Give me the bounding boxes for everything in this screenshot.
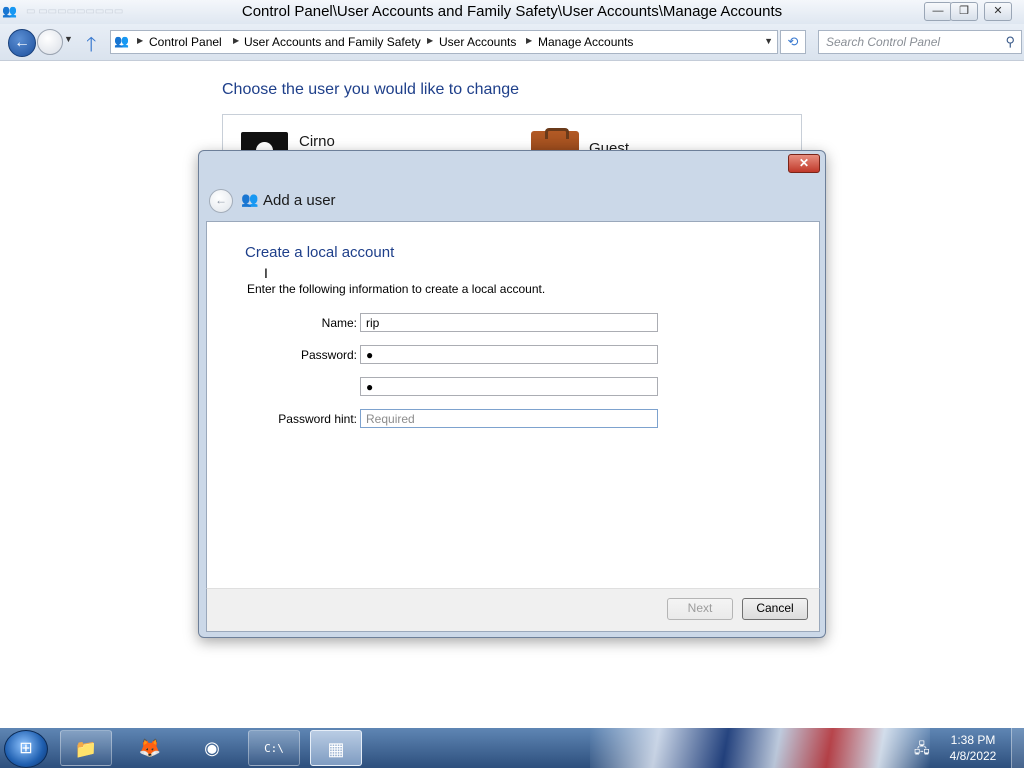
search-placeholder: Search Control Panel: [826, 35, 941, 49]
confirm-password-field[interactable]: ●: [360, 377, 658, 396]
back-arrow-icon: ←: [14, 34, 30, 51]
up-arrow-icon[interactable]: 🡑: [86, 30, 96, 64]
breadcrumb-manage-accounts[interactable]: Manage Accounts: [538, 35, 633, 49]
window-title: Control Panel\User Accounts and Family S…: [241, 3, 783, 20]
taskbar-firefox[interactable]: 🦊: [124, 730, 176, 766]
users-icon: 👥: [241, 191, 259, 207]
command-prompt-icon: C:\: [264, 742, 284, 755]
file-explorer-icon: 📁: [74, 739, 98, 759]
text-cursor-icon: I: [264, 265, 268, 281]
maximize-button[interactable]: ❐: [950, 2, 978, 21]
back-button[interactable]: ←: [8, 29, 36, 57]
taskbar-chrome[interactable]: ◉: [186, 730, 238, 766]
forward-button[interactable]: [37, 29, 63, 55]
add-user-dialog: ✕ ← 👥 Add a user Create a local account …: [198, 150, 826, 638]
start-button[interactable]: ⊞: [4, 730, 48, 768]
clock-time[interactable]: 1:38 PM: [948, 733, 998, 747]
breadcrumb-control-panel[interactable]: Control Panel: [149, 35, 222, 49]
window-close-button[interactable]: ✕: [984, 2, 1012, 21]
chevron-down-icon[interactable]: ▼: [764, 36, 773, 46]
breadcrumb[interactable]: 👥 ▶ Control Panel ▶ User Accounts and Fa…: [110, 30, 778, 54]
name-field[interactable]: rip: [360, 313, 658, 332]
taskbar-command-prompt[interactable]: C:\: [248, 730, 300, 766]
section-title: Create a local account: [245, 244, 395, 261]
chevron-right-icon[interactable]: ▶: [427, 36, 433, 45]
page-title: Choose the user you would like to change: [222, 81, 520, 98]
password-hint-field[interactable]: Required: [360, 409, 658, 428]
windows-logo-icon: ⊞: [19, 740, 33, 757]
control-panel-icon: ▦: [327, 739, 345, 759]
next-button[interactable]: Next: [667, 598, 733, 620]
name-label: Name:: [321, 316, 357, 330]
back-arrow-icon: ←: [215, 193, 227, 207]
refresh-button[interactable]: ⟲: [780, 30, 806, 54]
maximize-icon: ❐: [959, 5, 969, 17]
breadcrumb-user-accounts[interactable]: User Accounts: [439, 35, 516, 49]
password-hint-label: Password hint:: [278, 412, 357, 426]
dialog-body: Create a local account Enter the followi…: [206, 221, 820, 588]
dialog-back-button[interactable]: ←: [209, 189, 233, 213]
user-name-cirno[interactable]: Cirno: [299, 133, 335, 150]
password-label: Password:: [300, 348, 357, 362]
show-desktop-button[interactable]: [1011, 728, 1024, 768]
minimize-icon: —: [932, 5, 944, 17]
search-icon[interactable]: ⚲: [1005, 34, 1015, 50]
taskbar: ⊞ 📁 🦊 ◉ C:\ ▦ 🖧 1:38 PM 4/8/2022: [0, 728, 1024, 768]
network-icon[interactable]: 🖧: [914, 738, 930, 762]
chevron-right-icon[interactable]: ▶: [137, 36, 143, 45]
taskbar-control-panel[interactable]: ▦: [310, 730, 362, 766]
chrome-icon: ◉: [204, 738, 220, 758]
chevron-right-icon[interactable]: ▶: [526, 36, 532, 45]
minimize-button[interactable]: —: [924, 2, 952, 21]
wallpaper-decoration: [590, 728, 930, 768]
clock-date[interactable]: 4/8/2022: [948, 749, 998, 763]
control-panel-icon: 👥: [114, 34, 129, 48]
window-title-bar: 👥 ▭ ▭▭▭▭▭▭▭▭▭ Control Panel\User Account…: [0, 0, 1024, 24]
chevron-right-icon[interactable]: ▶: [233, 36, 239, 45]
dialog-close-button[interactable]: ✕: [788, 154, 820, 173]
refresh-icon: ⟲: [787, 34, 799, 49]
recent-pages-dropdown-icon[interactable]: ▼: [64, 34, 73, 44]
dialog-title: Add a user: [263, 192, 336, 209]
search-input[interactable]: Search Control Panel ⚲: [818, 30, 1022, 54]
breadcrumb-user-accounts-family-safety[interactable]: User Accounts and Family Safety: [244, 35, 421, 49]
dialog-footer: Next Cancel: [206, 588, 820, 632]
cancel-button[interactable]: Cancel: [742, 598, 808, 620]
password-field[interactable]: ●: [360, 345, 658, 364]
instruction-text: Enter the following information to creat…: [247, 282, 546, 296]
taskbar-file-explorer[interactable]: 📁: [60, 730, 112, 766]
close-icon: ✕: [993, 5, 1003, 17]
navigation-bar: ← ▼ 🡑 👥 ▶ Control Panel ▶ User Accounts …: [0, 24, 1024, 61]
firefox-icon: 🦊: [138, 738, 162, 758]
close-icon: ✕: [798, 156, 810, 170]
